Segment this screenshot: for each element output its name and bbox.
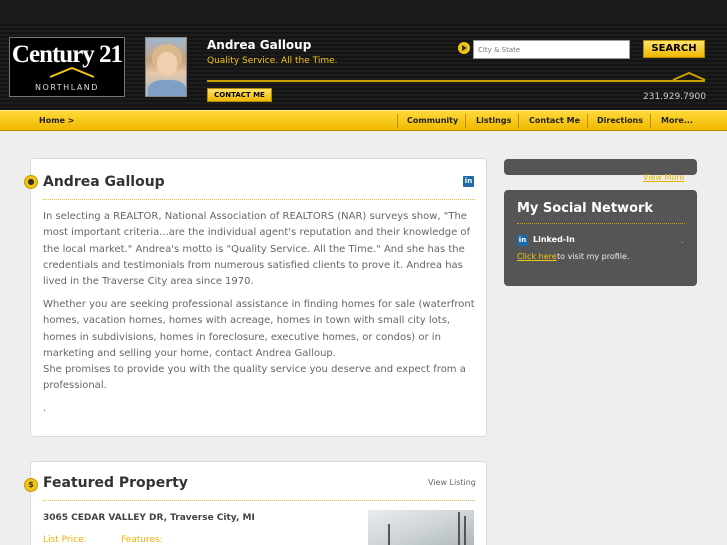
play-arrow-icon [458,42,470,54]
nav-contact-me[interactable]: Contact Me [529,111,580,131]
nav-divider [587,114,588,128]
bio-paragraph-3: She promises to provide you with the qua… [43,364,466,392]
title-underline [43,500,475,501]
visit-profile-text: to visit my profile. [557,252,630,261]
nav-listings[interactable]: Listings [476,111,511,131]
house-roof-icon [672,71,706,81]
search-input[interactable] [473,40,630,59]
nav-community[interactable]: Community [407,111,458,131]
speech-bubble-icon: ● [24,175,38,189]
linkedin-icon[interactable]: in [463,176,474,187]
title-underline [517,223,685,224]
linkedin-icon[interactable]: in [517,235,528,246]
house-roof-icon [49,66,95,78]
nav-divider [397,114,398,128]
property-photo[interactable] [368,510,474,545]
click-here-link[interactable]: Click here [517,252,557,261]
nav-directions[interactable]: Directions [597,111,643,131]
view-more-link[interactable]: View More [643,173,684,182]
logo-subtitle: NORTHLAND [35,83,99,92]
features-label: Features: [121,535,163,545]
bio-trailing: . [43,403,47,414]
nav-divider [650,114,651,128]
property-address[interactable]: 3065 CEDAR VALLEY DR, Traverse City, MI [43,513,255,523]
title-underline [43,199,475,200]
linkedin-label[interactable]: Linked-In [533,235,575,244]
agent-name: Andrea Galloup [207,38,312,52]
nav-home[interactable]: Home > [39,111,74,131]
dollar-icon: $ [24,478,38,492]
list-price-label: List Price: [43,535,87,545]
bio-paragraph-2: Whether you are seeking professional ass… [43,299,475,359]
main-nav: Home > Community Listings Contact Me Dir… [0,110,727,131]
featured-title: Featured Property [43,475,188,491]
sidebar-dot: . [681,236,684,245]
phone-number: 231.929.7900 [643,92,706,102]
bio-paragraph-1: In selecting a REALTOR, National Associa… [43,211,471,288]
nav-more[interactable]: More... [661,111,693,131]
about-title: Andrea Galloup [43,174,165,190]
century21-logo[interactable]: Century 21 NORTHLAND [9,37,125,97]
logo-wordmark: Century 21 [11,41,123,68]
social-network-title: My Social Network [517,201,654,216]
nav-divider [465,114,466,128]
agent-tagline: Quality Service. All the Time. [207,56,338,66]
view-listing-link[interactable]: View Listing [428,478,476,487]
contact-me-button[interactable]: CONTACT ME [207,88,272,102]
header-divider [207,80,705,82]
agent-photo [145,37,187,97]
search-button[interactable]: SEARCH [643,40,705,58]
top-strip [0,0,727,22]
nav-divider [518,114,519,128]
